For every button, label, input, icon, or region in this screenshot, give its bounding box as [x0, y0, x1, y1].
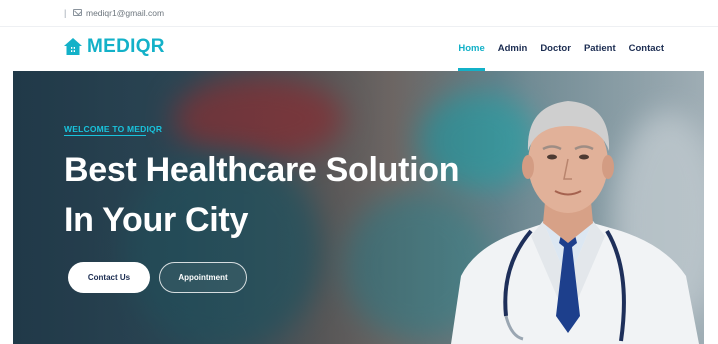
envelope-icon: [73, 9, 82, 16]
brand-name: MEDIQR: [87, 36, 165, 57]
hero-title: Best Healthcare Solution In Your City: [64, 145, 464, 245]
nav-doctor[interactable]: Doctor: [540, 27, 571, 71]
doctor-image: [451, 101, 699, 344]
welcome-underline: [64, 135, 146, 136]
navbar: MEDIQR Home Admin Doctor Patient Contact: [0, 27, 718, 71]
hero-banner: WELCOME TO MEDIQR Best Healthcare Soluti…: [13, 71, 704, 344]
top-info-bar: | mediqr1@gmail.com: [0, 0, 718, 27]
hero-title-line-1: Best Healthcare Solution: [64, 151, 460, 189]
house-icon: [64, 38, 82, 55]
separator: |: [64, 8, 67, 18]
main-nav: Home Admin Doctor Patient Contact: [458, 27, 664, 71]
contact-email[interactable]: mediqr1@gmail.com: [86, 8, 164, 18]
contact-us-button[interactable]: Contact Us: [68, 262, 150, 293]
logo[interactable]: MEDIQR: [63, 36, 165, 58]
nav-patient[interactable]: Patient: [584, 27, 616, 71]
nav-contact[interactable]: Contact: [629, 27, 664, 71]
hero-title-line-2: In Your City: [64, 201, 249, 239]
nav-home[interactable]: Home: [458, 27, 486, 71]
nav-admin[interactable]: Admin: [498, 27, 528, 71]
appointment-button[interactable]: Appointment: [159, 262, 247, 293]
welcome-tagline: WELCOME TO MEDIQR: [64, 124, 163, 134]
